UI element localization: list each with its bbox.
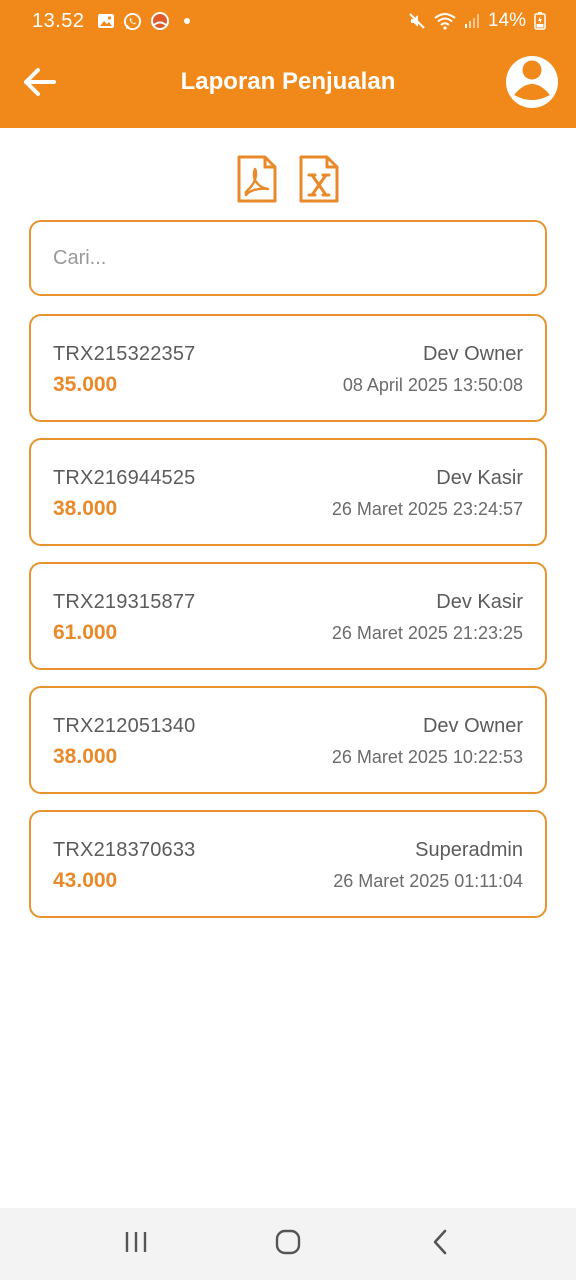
recent-apps-icon [123, 1230, 149, 1259]
app-notification-icon [150, 11, 170, 31]
home-button[interactable] [258, 1214, 318, 1274]
transaction-id: TRX218370633 [53, 839, 196, 861]
whatsapp-icon [123, 12, 142, 31]
search-box [29, 220, 547, 296]
transaction-user: Dev Owner [422, 715, 523, 737]
transaction-card[interactable]: TRX216944525 38.000 Dev Kasir 26 Maret 2… [29, 438, 547, 546]
transaction-user: Dev Kasir [436, 467, 523, 489]
transaction-id: TRX212051340 [53, 715, 196, 737]
status-left: 13.52 [32, 10, 190, 33]
recent-apps-button[interactable] [106, 1214, 166, 1274]
notification-dot [183, 18, 190, 24]
export-row [0, 155, 576, 208]
status-time: 13.52 [32, 9, 85, 32]
pdf-file-icon [237, 155, 277, 208]
battery-percentage: 14% [487, 10, 526, 31]
export-pdf-button[interactable] [236, 155, 278, 208]
transaction-user: Superadmin [415, 839, 523, 861]
transaction-id: TRX215322357 [53, 343, 196, 365]
back-nav-button[interactable] [410, 1214, 470, 1274]
status-bar: 13.52 14% [0, 0, 576, 42]
transaction-amount: 61.000 [53, 621, 118, 644]
excel-file-icon [299, 155, 339, 208]
image-icon [97, 13, 115, 29]
transaction-date: 26 Maret 2025 23:24:57 [331, 499, 523, 519]
transaction-amount: 38.000 [53, 497, 118, 520]
transaction-user: Dev Kasir [436, 591, 523, 613]
transaction-id: TRX216944525 [53, 467, 196, 489]
back-nav-icon [431, 1228, 449, 1261]
transaction-amount: 35.000 [53, 373, 118, 396]
transaction-date: 08 April 2025 13:50:08 [342, 375, 523, 395]
transaction-card[interactable]: TRX219315877 61.000 Dev Kasir 26 Maret 2… [29, 562, 547, 670]
transaction-date: 26 Maret 2025 01:11:04 [333, 871, 523, 891]
transaction-date: 26 Maret 2025 10:22:53 [331, 747, 523, 767]
transaction-amount: 38.000 [53, 745, 118, 768]
transaction-card[interactable]: TRX218370633 43.000 Superadmin 26 Maret … [29, 810, 547, 918]
signal-icon [464, 13, 480, 29]
system-nav-bar [0, 1208, 576, 1280]
app-bar: Laporan Penjualan [0, 42, 576, 128]
transaction-amount: 43.000 [53, 869, 118, 892]
battery-charging-icon [534, 12, 546, 30]
export-excel-button[interactable] [298, 155, 340, 208]
home-icon [274, 1228, 302, 1261]
wifi-icon [434, 12, 456, 30]
profile-button[interactable] [506, 56, 558, 108]
transaction-id: TRX219315877 [53, 591, 196, 613]
transaction-date: 26 Maret 2025 21:23:25 [331, 623, 523, 643]
search-input[interactable] [53, 246, 523, 270]
mute-icon [408, 12, 426, 30]
user-avatar-icon [506, 56, 558, 108]
transaction-card[interactable]: TRX212051340 38.000 Dev Owner 26 Maret 2… [29, 686, 547, 794]
transaction-list: TRX215322357 35.000 Dev Owner 08 April 2… [29, 314, 547, 934]
transaction-card[interactable]: TRX215322357 35.000 Dev Owner 08 April 2… [29, 314, 547, 422]
status-right: 14% [408, 10, 546, 32]
page-title: Laporan Penjualan [180, 68, 396, 95]
transaction-user: Dev Owner [422, 343, 523, 365]
